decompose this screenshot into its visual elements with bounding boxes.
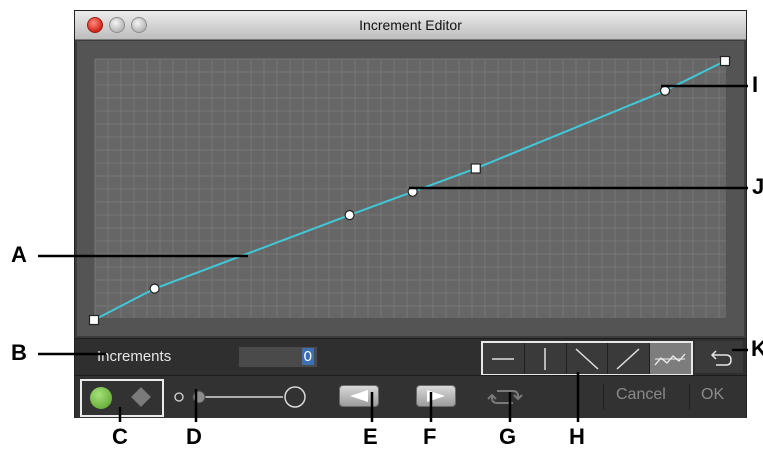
separator xyxy=(603,384,604,410)
ascending-line-button[interactable] xyxy=(608,343,651,374)
stepped-line-icon xyxy=(654,353,686,366)
horizontal-line-button[interactable] xyxy=(483,343,525,374)
callout-a: A xyxy=(11,242,27,267)
cancel-button[interactable]: Cancel xyxy=(616,386,666,404)
increment-editor-window: Increment Editor Increments 0 Cancel OK xyxy=(74,10,747,418)
vertical-line-icon xyxy=(544,348,546,370)
callout-c: C xyxy=(112,424,128,449)
callout-h: H xyxy=(569,424,585,449)
previous-button[interactable] xyxy=(339,385,379,407)
separator xyxy=(689,384,690,410)
point-size-slider[interactable] xyxy=(173,384,308,410)
curve-point-handle[interactable] xyxy=(88,314,100,326)
curve-point-handle[interactable] xyxy=(719,55,731,67)
linear-mode-diamond-icon[interactable] xyxy=(131,387,151,407)
descending-line-button[interactable] xyxy=(566,343,609,374)
callout-f: F xyxy=(423,424,437,449)
left-arrow-icon xyxy=(350,390,368,402)
graph-canvas[interactable] xyxy=(77,41,744,336)
callout-g: G xyxy=(499,424,517,449)
curve-point[interactable] xyxy=(659,85,671,96)
callout-e: E xyxy=(363,424,378,449)
curve-point-handle[interactable] xyxy=(470,163,481,174)
horizontal-line-icon xyxy=(492,358,514,360)
large-point-icon xyxy=(284,386,306,408)
descending-line-icon xyxy=(575,348,599,370)
curve-point[interactable] xyxy=(344,210,355,221)
smooth-mode-circle-icon[interactable] xyxy=(90,387,112,409)
slider-handle[interactable] xyxy=(192,390,206,404)
loop-icon[interactable] xyxy=(485,384,525,410)
increment-graph[interactable] xyxy=(77,41,744,336)
small-point-icon xyxy=(174,392,184,402)
mode-toggle-group xyxy=(80,379,164,417)
undo-arrow-icon xyxy=(710,350,732,366)
bottom-toolbar: Cancel OK xyxy=(75,375,746,418)
ascending-line-icon xyxy=(616,348,640,370)
increments-label: Increments xyxy=(97,348,172,365)
right-arrow-icon xyxy=(427,390,445,402)
title-bar[interactable]: Increment Editor xyxy=(75,11,746,40)
callout-j: J xyxy=(752,174,763,199)
curve-shape-buttons xyxy=(481,341,693,376)
callout-i: I xyxy=(752,72,759,97)
callout-k: K xyxy=(751,336,763,361)
next-button[interactable] xyxy=(416,385,456,407)
ok-button[interactable]: OK xyxy=(701,386,724,404)
window-title: Increment Editor xyxy=(359,17,462,33)
callout-b: B xyxy=(11,340,27,365)
curve-point[interactable] xyxy=(407,186,418,197)
vertical-line-button[interactable] xyxy=(524,343,567,374)
curve-point[interactable] xyxy=(149,283,160,294)
stepped-line-button[interactable] xyxy=(650,343,691,374)
increments-field[interactable]: 0 xyxy=(238,346,318,368)
increments-value[interactable]: 0 xyxy=(301,348,314,365)
increments-row: Increments 0 xyxy=(75,338,746,376)
callout-d: D xyxy=(186,424,202,449)
reset-curve-button[interactable] xyxy=(695,341,743,373)
